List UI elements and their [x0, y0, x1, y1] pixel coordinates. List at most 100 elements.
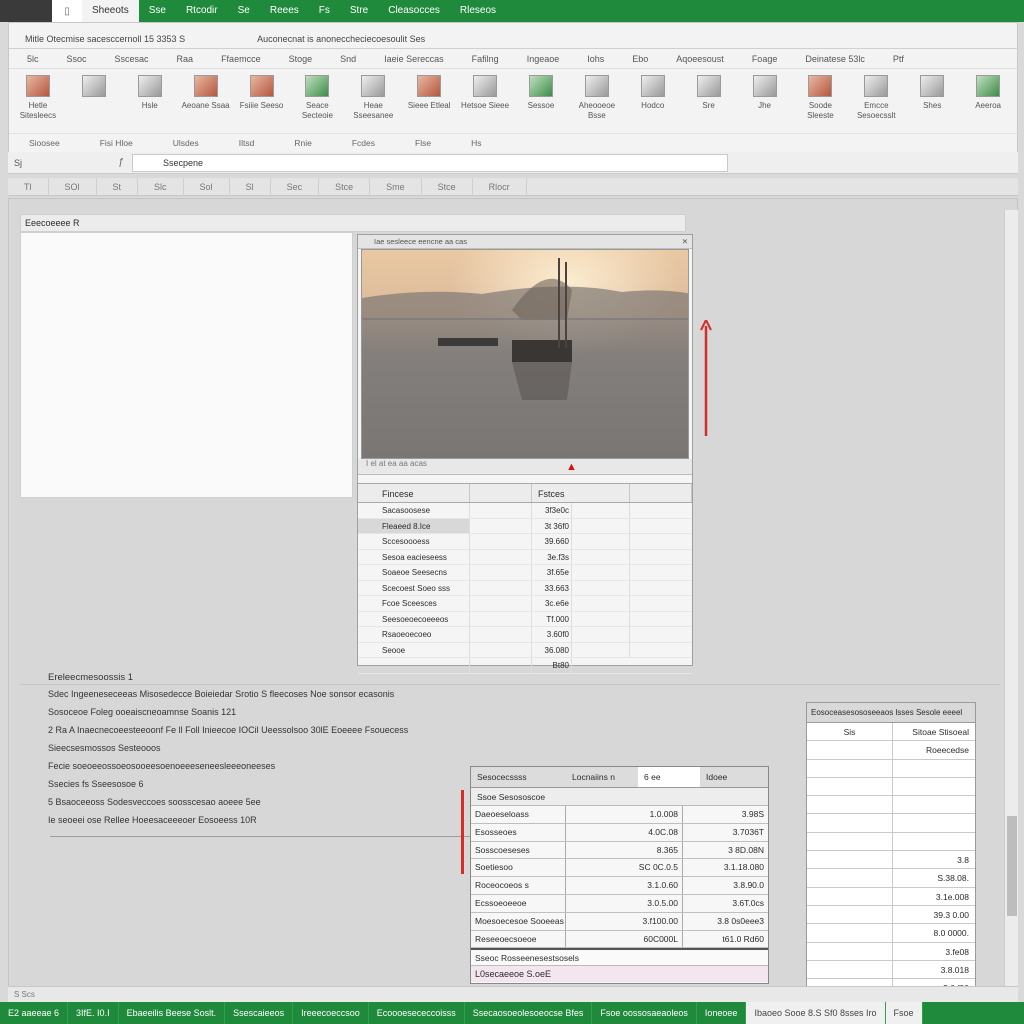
status-item-6[interactable]: Ssecaosoeolesoeocse Bfes	[465, 1002, 593, 1024]
ribbon-command-5[interactable]: Stoge	[275, 54, 327, 64]
table-row[interactable]: Reseeoecsoeoe 60C000L t61.0 Rd60	[471, 930, 768, 949]
column-header-6[interactable]: Sec	[271, 177, 320, 196]
column-header-2[interactable]: St	[97, 177, 139, 196]
ribbon-tool-5[interactable]: Seace Secteoie	[292, 75, 342, 133]
column-header-9[interactable]: Stce	[422, 177, 473, 196]
table-row[interactable]: Ecssoeoeeoe 3.0.5.00 3.6T.0cs	[471, 894, 768, 913]
table-row[interactable]: Daeoeseloass 1.0.008 3.98S	[471, 806, 768, 824]
tab-4[interactable]: Reees	[260, 0, 309, 22]
table-row[interactable]: 3.fe08	[807, 942, 975, 961]
tab-0[interactable]: Sheeots	[82, 0, 139, 22]
table-row[interactable]: Seooe 36.080	[358, 642, 692, 658]
status-item-3[interactable]: Ssescaieeos	[225, 1002, 294, 1024]
ribbon-tool-2[interactable]: Hsle	[125, 75, 175, 133]
table-row[interactable]: Sacasoosese 3f3e0c	[358, 503, 692, 519]
ribbon-command-14[interactable]: Deinatese 53lc	[791, 54, 879, 64]
ribbon-tool-7[interactable]: Sieee Etleal	[404, 75, 454, 133]
tab-8[interactable]: Rleseos	[450, 0, 506, 22]
ribbon-tool-10[interactable]: Aheooeoe Bsse	[572, 75, 622, 133]
table-row[interactable]: Sosscoeseses 8.365 3 8D.08N	[471, 841, 768, 860]
formula-input[interactable]: Ssecpene	[132, 153, 728, 172]
ribbon-command-12[interactable]: Aqoeesoust	[662, 54, 738, 64]
table-row[interactable]: 3.1e.008	[807, 887, 975, 906]
summary-hdr-3[interactable]: 6 ee	[638, 767, 700, 787]
ribbon-command-7[interactable]: Iaeie Sereccas	[370, 54, 458, 64]
ribbon-command-3[interactable]: Raa	[163, 54, 208, 64]
tab-3[interactable]: Se	[228, 0, 260, 22]
ribbon-command-10[interactable]: Iohs	[573, 54, 618, 64]
ribbon-tool-3[interactable]: Aeoane Ssaa	[181, 75, 231, 133]
table-row[interactable]: Soaeoe Seesecns 3f.65e	[358, 565, 692, 581]
summary-footer-2[interactable]: L0secaeeoe S.oeE	[471, 965, 768, 983]
status-item-8[interactable]: Ioneoee	[697, 1002, 747, 1024]
table-row[interactable]: Fcoe Sceesces 3c.e6e	[358, 596, 692, 612]
left-blank-panel[interactable]	[20, 232, 353, 498]
table-row[interactable]: Esosseoes 4.0C.08 3.7036T	[471, 823, 768, 842]
tab-6[interactable]: Stre	[340, 0, 378, 22]
ribbon-command-2[interactable]: Sscesac	[101, 54, 163, 64]
table-row[interactable]: Fleaeed 8.Ice 3t 36f0	[358, 518, 692, 534]
table-row[interactable]	[807, 759, 975, 778]
column-header-0[interactable]: Tl	[8, 177, 49, 196]
ribbon-tool-12[interactable]: Sre	[684, 75, 734, 133]
column-header-5[interactable]: Sl	[230, 177, 271, 196]
tab-1[interactable]: Sse	[139, 0, 176, 22]
table-row[interactable]	[807, 796, 975, 815]
column-header-10[interactable]: Rlocr	[473, 177, 527, 196]
table-row[interactable]: Moesoecesoe Sooeeas 3.f100.00 3.8 0s0eee3	[471, 912, 768, 931]
column-header-4[interactable]: Sol	[184, 177, 230, 196]
scrollbar-thumb[interactable]	[1007, 816, 1017, 916]
status-item-1[interactable]: 3IfE. I0.I	[68, 1002, 119, 1024]
ribbon-command-1[interactable]: Ssoc	[53, 54, 101, 64]
status-item-4[interactable]: Ireeecoeccsoo	[293, 1002, 369, 1024]
ribbon-tool-13[interactable]: Jhe	[740, 75, 790, 133]
status-item-9[interactable]: Ibaoeo Sooe 8.S Sf0 8sses Iro	[746, 1002, 886, 1024]
tab-7[interactable]: Cleasocces	[378, 0, 450, 22]
column-header-8[interactable]: Sme	[370, 177, 422, 196]
table-row[interactable]	[807, 814, 975, 833]
status-item-5[interactable]: Ecoooesececcoisss	[369, 1002, 465, 1024]
table-row[interactable]: Soetiesoo SC 0C.0.5 3.1.18.080	[471, 859, 768, 878]
ribbon-command-15[interactable]: Ptf	[879, 54, 918, 64]
table-row[interactable]: 8.0 0000.	[807, 924, 975, 943]
ribbon-tool-8[interactable]: Hetsoe Sieee	[460, 75, 510, 133]
ribbon-tool-0[interactable]: Hetle Sitesleecs	[13, 75, 63, 133]
ribbon-tool-1[interactable]	[69, 75, 119, 133]
close-icon[interactable]: ✕	[682, 235, 688, 249]
document-icon[interactable]: ▯	[52, 0, 82, 22]
status-item-0[interactable]: E2 aaeeae 6	[0, 1002, 69, 1024]
ribbon-tool-15[interactable]: Emcce Sesoecsslt	[851, 75, 901, 133]
table-row[interactable]: 3.8	[807, 851, 975, 870]
table-row[interactable]	[807, 777, 975, 797]
ribbon-command-11[interactable]: Ebo	[618, 54, 662, 64]
table-row[interactable]: Scecoest Soeo sss 33.663	[358, 580, 692, 596]
column-header-3[interactable]: Slc	[138, 177, 184, 196]
ribbon-tool-14[interactable]: Soode Sleeste	[795, 75, 845, 133]
column-header-1[interactable]: SOl	[49, 177, 97, 196]
summary-table[interactable]: Sesocecssss Locnaiins n 6 ee Idoee Ssoe …	[470, 766, 769, 984]
right-values-table[interactable]: Eosoceasesososeeaos lsses Sesole eeeel S…	[806, 702, 976, 1016]
ribbon-tool-4[interactable]: Fsiiie Seeso	[237, 75, 287, 133]
table-row[interactable]: Seesoeoecoeeeos Tf.000	[358, 611, 692, 627]
table-row[interactable]: Sesoa eacieseess 3e.f3s	[358, 549, 692, 565]
table-row[interactable]: S.38.08.	[807, 869, 975, 888]
ribbon-command-9[interactable]: Ingeaoe	[513, 54, 574, 64]
status-item-10[interactable]: Fsoe	[885, 1002, 923, 1024]
table-row[interactable]: 39.3 0.00	[807, 905, 975, 925]
ribbon-tool-17[interactable]: Aeeroa	[963, 75, 1013, 133]
status-item-2[interactable]: Ebaeeilis Beese Soslt.	[119, 1002, 226, 1024]
table-row[interactable]: Sccesoooess 39.660	[358, 534, 692, 550]
ribbon-tool-11[interactable]: Hodco	[628, 75, 678, 133]
table-row[interactable]	[807, 832, 975, 852]
status-item-7[interactable]: Fsoe oossosaeaoleos	[592, 1002, 697, 1024]
ribbon-tool-16[interactable]: Shes	[907, 75, 957, 133]
table-row[interactable]: 3.8.018	[807, 960, 975, 980]
image-window[interactable]: Iae sesleece eencne aa cas ✕ I el at ea …	[357, 234, 693, 674]
column-header-7[interactable]: Stce	[319, 177, 371, 196]
tab-5[interactable]: Fs	[309, 0, 340, 22]
ribbon-command-0[interactable]: 5lc	[13, 54, 53, 64]
sheet-tabs-strip[interactable]: S Scs	[8, 986, 1018, 1002]
ribbon-command-8[interactable]: Fafilng	[458, 54, 513, 64]
ribbon-tool-9[interactable]: Sessoe	[516, 75, 566, 133]
table-row[interactable]: Roceocoeos s 3.1.0.60 3.8.90.0	[471, 877, 768, 895]
